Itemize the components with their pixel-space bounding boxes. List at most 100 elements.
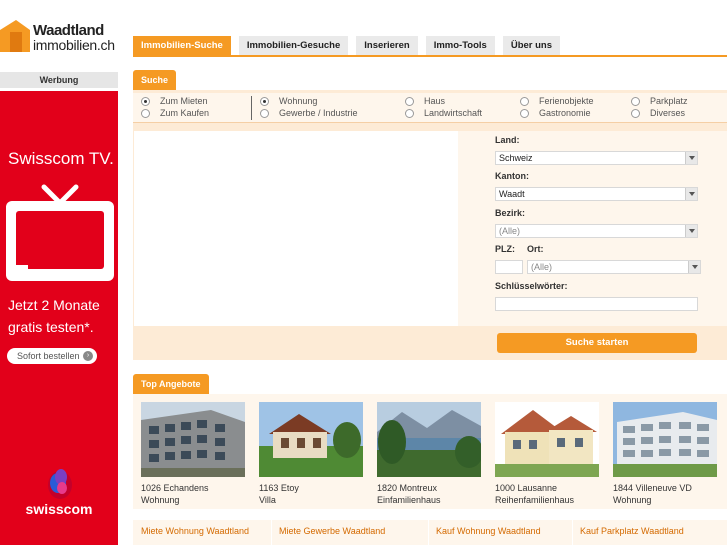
- offer-location: 1026 Echandens: [141, 483, 209, 493]
- offer-location: 1844 Villeneuve VD: [613, 483, 692, 493]
- ort-label: Ort:: [527, 244, 544, 254]
- bezirk-select[interactable]: (Alle): [495, 224, 698, 238]
- plz-label: PLZ:: [495, 244, 515, 254]
- search-submit-button[interactable]: Suche starten: [497, 333, 697, 353]
- link-divider: [271, 520, 272, 545]
- bezirk-label: Bezirk:: [495, 208, 526, 218]
- radio-dot: [405, 108, 414, 118]
- offer-photo-villa: [259, 402, 363, 477]
- radio-landwirtschaft[interactable]: Landwirtschaft: [405, 108, 482, 118]
- offer-photo-apartment-building: [141, 402, 245, 477]
- logo-text-line2: immobilien.ch: [33, 37, 115, 53]
- radio-dot: [141, 108, 150, 118]
- link-miete-wohnung[interactable]: Miete Wohnung Waadtland: [141, 526, 249, 536]
- radio-label: Gewerbe / Industrie: [279, 108, 358, 118]
- land-label: Land:: [495, 135, 520, 145]
- radio-label: Wohnung: [279, 96, 318, 106]
- offer-location: 1820 Montreux: [377, 483, 438, 493]
- kanton-select[interactable]: Waadt: [495, 187, 698, 201]
- offer-card[interactable]: 1000 Lausanne Reihenfamilienhaus: [495, 402, 599, 506]
- offer-type: Reihenfamilienhaus: [495, 495, 575, 505]
- offer-card[interactable]: 1163 Etoy Villa: [259, 402, 363, 506]
- radio-label: Ferienobjekte: [539, 96, 594, 106]
- offer-type: Einfamilienhaus: [377, 495, 441, 505]
- tab-immo-tools[interactable]: Immo-Tools: [425, 36, 495, 55]
- swisscom-logo-icon: [48, 469, 72, 499]
- radio-dot: [141, 96, 150, 106]
- offer-type: Wohnung: [141, 495, 180, 505]
- radio-dot: [520, 96, 529, 106]
- radio-dot: [405, 96, 414, 106]
- ad-label: Werbung: [0, 72, 118, 88]
- chevron-down-icon: [685, 188, 697, 200]
- radio-ferienobjekte[interactable]: Ferienobjekte: [520, 96, 594, 106]
- radio-label: Haus: [424, 96, 446, 106]
- chevron-down-icon: [685, 225, 697, 237]
- offer-card[interactable]: 1820 Montreux Einfamilienhaus: [377, 402, 483, 506]
- main-nav: Immobilien-Suche Immobilien-Gesuche Inse…: [133, 36, 561, 55]
- tv-icon: [6, 184, 114, 281]
- offer-card[interactable]: 1844 Villeneuve VD Wohnung: [613, 402, 717, 506]
- radio-zum-mieten[interactable]: Zum Mieten: [141, 96, 208, 106]
- ort-select[interactable]: (Alle): [527, 260, 701, 274]
- offer-card[interactable]: 1026 Echandens Wohnung: [141, 402, 245, 506]
- radio-dot: [631, 108, 640, 118]
- search-header: Suche: [133, 70, 177, 90]
- tab-inserieren[interactable]: Inserieren: [356, 36, 418, 55]
- radio-wohnung[interactable]: Wohnung: [260, 96, 317, 106]
- bezirk-select-value: (Alle): [499, 226, 521, 236]
- offers-header: Top Angebote: [133, 374, 209, 394]
- offer-type: Wohnung: [613, 495, 652, 505]
- radio-label: Gastronomie: [539, 108, 591, 118]
- offer-photo-row-house: [495, 402, 599, 477]
- map-area[interactable]: [134, 131, 458, 326]
- link-divider: [428, 520, 429, 545]
- ad-brand: swisscom: [25, 501, 93, 517]
- nav-divider: [133, 55, 727, 57]
- link-miete-gewerbe[interactable]: Miete Gewerbe Waadtland: [279, 526, 385, 536]
- ad-title: Swisscom TV.: [8, 149, 114, 168]
- land-select-value: Schweiz: [499, 153, 533, 163]
- site-logo[interactable]: Waadtland immobilien.ch: [0, 18, 118, 54]
- tab-immobilien-suche[interactable]: Immobilien-Suche: [133, 36, 231, 55]
- radio-label: Zum Kaufen: [160, 108, 210, 118]
- radio-dot: [260, 108, 269, 118]
- radio-label: Diverses: [650, 108, 686, 118]
- radio-label: Landwirtschaft: [424, 108, 483, 118]
- radio-label: Zum Mieten: [160, 96, 208, 106]
- mode-divider: [251, 96, 252, 120]
- link-kauf-parkplatz[interactable]: Kauf Parkplatz Waadtland: [580, 526, 684, 536]
- chevron-down-icon: [685, 152, 697, 164]
- offer-type: Villa: [259, 495, 276, 505]
- arrow-right-icon: ›: [83, 351, 93, 361]
- radio-dot: [260, 96, 269, 106]
- land-select[interactable]: Schweiz: [495, 151, 698, 165]
- radio-dot: [631, 96, 640, 106]
- kanton-select-value: Waadt: [499, 189, 525, 199]
- chevron-down-icon: [688, 261, 700, 273]
- plz-input[interactable]: [495, 260, 523, 274]
- radio-zum-kaufen[interactable]: Zum Kaufen: [141, 108, 209, 118]
- ad-banner[interactable]: Swisscom TV. Jetzt 2 Monate gratis teste…: [0, 91, 118, 545]
- radio-haus[interactable]: Haus: [405, 96, 445, 106]
- kanton-label: Kanton:: [495, 171, 529, 181]
- keywords-input[interactable]: [495, 297, 698, 311]
- ad-offer-line2: gratis testen*.: [8, 319, 94, 335]
- radio-diverses[interactable]: Diverses: [631, 108, 685, 118]
- tab-ueber-uns[interactable]: Über uns: [502, 36, 561, 55]
- radio-dot: [520, 108, 529, 118]
- ad-order-button-label: Sofort bestellen: [17, 351, 80, 361]
- radio-parkplatz[interactable]: Parkplatz: [631, 96, 688, 106]
- tab-immobilien-gesuche[interactable]: Immobilien-Gesuche: [238, 36, 349, 55]
- logo-mark-icon: [0, 20, 30, 52]
- ad-order-button[interactable]: Sofort bestellen ›: [7, 348, 97, 364]
- ad-offer-line1: Jetzt 2 Monate: [8, 297, 100, 313]
- offer-photo-lake-view: [377, 402, 483, 477]
- keywords-label: Schlüsselwörter:: [495, 281, 568, 291]
- offer-location: 1000 Lausanne: [495, 483, 558, 493]
- radio-gastronomie[interactable]: Gastronomie: [520, 108, 591, 118]
- link-divider: [572, 520, 573, 545]
- offer-location: 1163 Etoy: [259, 483, 299, 493]
- radio-gewerbe-industrie[interactable]: Gewerbe / Industrie: [260, 108, 358, 118]
- link-kauf-wohnung[interactable]: Kauf Wohnung Waadtland: [436, 526, 541, 536]
